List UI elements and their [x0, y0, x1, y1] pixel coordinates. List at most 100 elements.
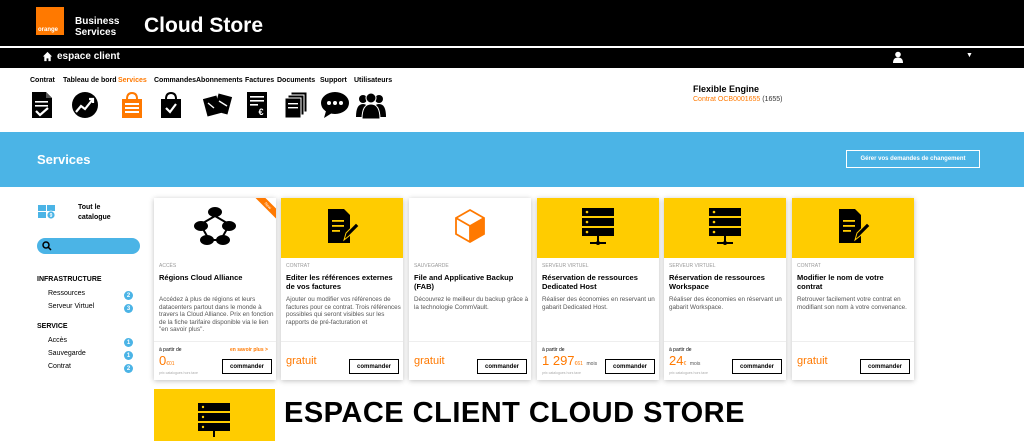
order-button[interactable]: commander	[860, 359, 910, 374]
card-footer: gratuit commander	[281, 341, 403, 380]
card-footer: gratuit commander	[409, 341, 531, 380]
card-title[interactable]: File and Applicative Backup (FAB)	[414, 273, 528, 291]
user-icon[interactable]	[893, 51, 903, 63]
service-card[interactable]: CONTRAT Editer les références externes de…	[281, 198, 403, 380]
card-title[interactable]: Réservation de ressources Workspace	[669, 273, 783, 291]
order-button[interactable]: commander	[732, 359, 782, 374]
card-title[interactable]: Editer les références externes de vos fa…	[286, 273, 400, 291]
service-card[interactable]: SAUVEGARDE File and Applicative Backup (F…	[409, 198, 531, 380]
sidebar-item[interactable]: Ressources	[48, 290, 85, 297]
logo-text: orange	[38, 27, 59, 33]
all-catalog-link[interactable]: Tout le catalogue	[78, 203, 111, 223]
count-badge: 3	[124, 304, 133, 313]
count-badge: 1	[124, 351, 133, 360]
card-description: Découvrez le meilleur du backup grâce à …	[414, 296, 529, 311]
price-amount: 1 297	[542, 353, 575, 368]
card-footer: à partir de 0€01 prix catalogues hors taxe…	[154, 341, 276, 380]
price-note: prix catalogues hors taxe	[669, 371, 708, 375]
nav-item-commandes[interactable]: Commandes	[154, 77, 196, 118]
subscriptions-icon	[202, 91, 233, 124]
brand-line-2: Services	[75, 27, 117, 38]
catalog-badge-count: 9	[50, 213, 53, 219]
dashboard-icon	[70, 91, 100, 124]
home-icon[interactable]	[42, 51, 53, 62]
card-category: CONTRAT	[797, 263, 821, 269]
contract-number[interactable]: Contrat OCB0001655	[693, 96, 760, 103]
card-description: Réaliser des économies en reservant un g…	[542, 296, 655, 311]
documents-icon	[283, 91, 309, 124]
orange-logo[interactable]: orange	[36, 7, 64, 35]
search-input[interactable]	[37, 238, 140, 254]
order-button[interactable]: commander	[477, 359, 527, 374]
backup-box-icon	[453, 208, 487, 249]
nav-item-abonnements[interactable]: Abonnements	[196, 77, 243, 117]
edit-document-icon	[325, 208, 360, 249]
price-note: prix catalogues hors taxe	[159, 371, 198, 375]
shopping-bag-icon	[121, 91, 143, 124]
card-category: SERVEUR VIRTUEL	[542, 263, 589, 269]
nav-label: Tableau de bord	[63, 77, 117, 84]
card-title[interactable]: Réservation de ressources Dedicated Host	[542, 273, 656, 291]
card-title[interactable]: Modifier le nom de votre contrat	[797, 273, 911, 291]
chevron-down-icon[interactable]: ▼	[966, 52, 973, 59]
sidebar-item[interactable]: Accès	[48, 337, 67, 344]
order-button[interactable]: commander	[349, 359, 399, 374]
catalog-icon[interactable]: 9	[38, 205, 56, 219]
ribbon-label: New	[254, 198, 276, 220]
banner-title: Services	[37, 152, 91, 167]
learn-more-link[interactable]: en savoir plus >	[230, 347, 268, 353]
invoice-icon: €	[246, 91, 268, 124]
espace-client-link[interactable]: espace client	[57, 51, 120, 62]
nav-label: Utilisateurs	[354, 77, 393, 84]
card-image	[664, 198, 786, 258]
server-icon	[580, 206, 616, 251]
card-image	[537, 198, 659, 258]
sidebar-item[interactable]: Serveur Virtuel	[48, 303, 94, 310]
service-card[interactable]: CONTRAT Modifier le nom de votre contrat R…	[792, 198, 914, 380]
server-icon	[707, 206, 743, 251]
new-ribbon: New	[254, 198, 276, 220]
price-unit: €61	[574, 361, 583, 367]
card-description: Retrouver facilement votre contrat en mo…	[797, 296, 907, 311]
contract-icon	[30, 91, 54, 124]
card-description: Réaliser des économies en réservant un g…	[669, 296, 782, 311]
card-footer: gratuit commander	[792, 341, 914, 380]
card-footer: à partir de 24€ mois prix catalogues hors …	[664, 341, 786, 380]
order-button[interactable]: commander	[605, 359, 655, 374]
price-unit: €01	[166, 361, 175, 367]
brand-name: Business Services	[75, 16, 119, 38]
service-card[interactable]: SERVEUR VIRTUEL Réservation de ressources…	[664, 198, 786, 380]
card-category: SAUVEGARDE	[414, 263, 449, 269]
nav-item-services[interactable]: Services	[118, 77, 147, 118]
nav-item-documents[interactable]: Documents	[277, 77, 316, 119]
sidebar-item[interactable]: Sauvegarde	[48, 350, 86, 357]
manage-change-requests-button[interactable]: Gérer vos demandes de changement	[846, 150, 980, 168]
top-bar: orange Business Services Cloud Store	[0, 0, 1024, 46]
sidebar-item[interactable]: Contrat	[48, 363, 71, 370]
card-image	[281, 198, 403, 258]
sidebar-section-title: SERVICE	[37, 323, 68, 330]
price-free: gratuit	[797, 355, 828, 367]
price-period: mois	[689, 361, 701, 367]
nav-item-factures[interactable]: Factures €	[245, 77, 274, 118]
nav-item-utilisateurs[interactable]: Utilisateurs	[354, 77, 393, 120]
nav-label: Abonnements	[196, 77, 243, 84]
card-title[interactable]: Régions Cloud Alliance	[159, 273, 273, 282]
card-category: ACCÈS	[159, 263, 177, 269]
nav-item-tableau-de-bord[interactable]: Tableau de bord	[63, 77, 117, 118]
nav-item-support[interactable]: Support	[320, 77, 349, 118]
card-footer: à partir de 1 297€61 mois prix catalogues …	[537, 341, 659, 380]
users-icon	[356, 91, 386, 124]
price-period: mois	[586, 361, 598, 367]
order-button[interactable]: commander	[222, 359, 272, 374]
edit-document-icon	[836, 208, 871, 249]
price-value: 24€ mois	[669, 354, 700, 371]
nav-label: Documents	[277, 77, 316, 84]
contract-code: (1655)	[762, 96, 783, 103]
contract-id[interactable]: Contrat OCB0001655 (1655)	[693, 96, 783, 103]
service-card[interactable]: SERVEUR VIRTUEL Réservation de ressources…	[537, 198, 659, 380]
nav-item-contrat[interactable]: Contrat	[30, 77, 55, 118]
server-hero-image	[154, 389, 275, 441]
count-badge: 2	[124, 291, 133, 300]
service-card[interactable]: New ACCÈS Régions Cloud Alliance Accédez à …	[154, 198, 276, 380]
